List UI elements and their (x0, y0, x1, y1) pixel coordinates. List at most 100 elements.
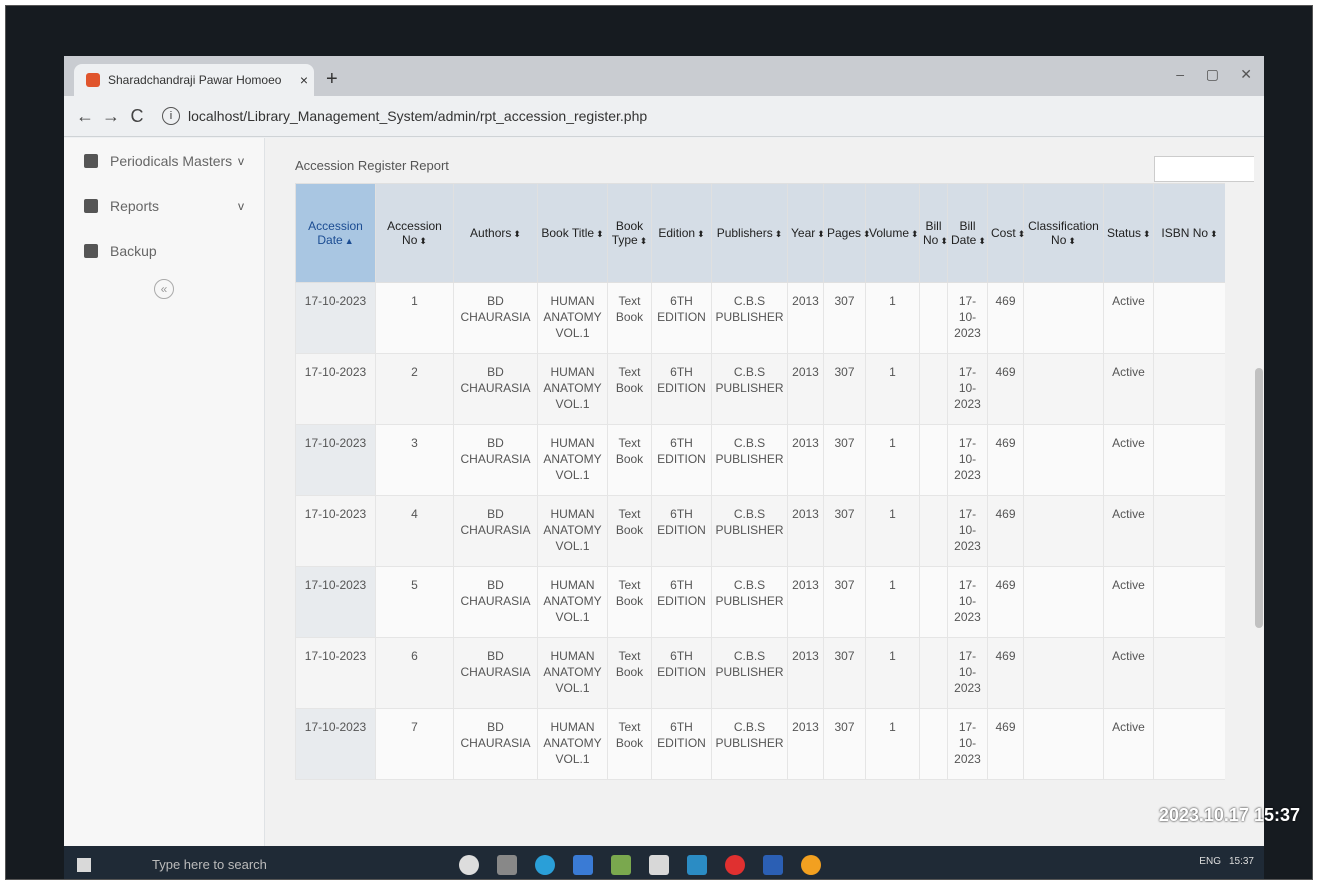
scrollbar[interactable] (1254, 138, 1264, 846)
address-bar-row: ← → C i localhost/Library_Management_Sys… (64, 96, 1264, 137)
column-header[interactable]: Edition ⬍ (651, 183, 712, 283)
table-cell: 7 (375, 708, 454, 780)
sidebar-collapse-button[interactable]: « (154, 279, 174, 299)
table-cell: 6TH EDITION (651, 637, 712, 709)
clock[interactable]: 15:37 (1229, 856, 1254, 867)
table-cell: 2013 (787, 637, 824, 709)
column-header-label: Year (791, 226, 816, 240)
column-header[interactable]: ISBN No ⬍ (1153, 183, 1225, 283)
task-view-icon[interactable] (497, 855, 517, 875)
column-header[interactable]: Classification No ⬍ (1023, 183, 1104, 283)
column-header[interactable]: Accession No ⬍ (375, 183, 454, 283)
store-icon[interactable] (687, 855, 707, 875)
table-cell: C.B.S PUBLISHER (711, 566, 788, 638)
tab-close-button[interactable]: × (294, 72, 314, 88)
forward-button[interactable]: → (98, 106, 124, 127)
sidebar-item-reports[interactable]: Reports v (64, 183, 264, 228)
report-icon (84, 198, 98, 213)
site-info-icon[interactable]: i (162, 107, 180, 125)
system-tray: ENG 15:37 (1199, 856, 1254, 867)
column-header[interactable]: Year ⬍ (787, 183, 825, 283)
sidebar-item-backup[interactable]: Backup (64, 228, 264, 273)
calculator-icon[interactable] (573, 855, 593, 875)
sort-icon: ⬍ (911, 229, 919, 239)
table-cell: Active (1103, 495, 1154, 567)
table-body: 17-10-2023 1 BD CHAURASIA HUMAN ANATOMY VOL… (295, 282, 1225, 780)
file-icon[interactable] (649, 855, 669, 875)
column-header[interactable]: Status ⬍ (1103, 183, 1154, 283)
scrollbar-thumb[interactable] (1255, 368, 1263, 628)
table-cell: Active (1103, 353, 1154, 425)
sort-icon: ▲ (344, 236, 354, 246)
table-cell: Text Book (607, 495, 652, 567)
table-cell: 17-10-2023 (295, 637, 376, 709)
column-header-label: Edition (658, 226, 696, 240)
column-header[interactable]: Publishers ⬍ (711, 183, 788, 283)
table-cell: 307 (823, 637, 866, 709)
sort-icon: ⬍ (1143, 229, 1151, 239)
column-header-label: Book Title (541, 226, 595, 240)
opera-icon[interactable] (725, 855, 745, 875)
table-cell: 17-10-2023 (295, 708, 376, 780)
url-field[interactable]: i localhost/Library_Management_System/ad… (162, 107, 647, 125)
close-window-button[interactable]: ✕ (1240, 66, 1252, 83)
new-tab-button[interactable]: + (326, 68, 338, 91)
table-cell: 5 (375, 566, 454, 638)
table-cell: 2013 (787, 708, 824, 780)
sort-icon: ⬍ (817, 229, 825, 239)
table-row: 17-10-2023 4 BD CHAURASIA HUMAN ANATOMY VOL… (295, 495, 1225, 567)
table-cell: 17-10-2023 (295, 353, 376, 425)
column-header[interactable]: Book Title ⬍ (537, 183, 608, 283)
table-cell (1153, 637, 1225, 709)
table-cell (1023, 282, 1104, 354)
taskbar-search-input[interactable]: Type here to search (112, 852, 472, 878)
chevron-down-icon: v (238, 198, 244, 213)
chrome-icon[interactable] (801, 855, 821, 875)
edge-icon[interactable] (535, 855, 555, 875)
language-indicator[interactable]: ENG (1199, 856, 1221, 867)
table-cell: HUMAN ANATOMY VOL.1 (537, 566, 608, 638)
cortana-icon[interactable] (459, 855, 479, 875)
table-cell: 17-10-2023 (947, 424, 988, 496)
column-header[interactable]: Bill Date ⬍ (947, 183, 988, 283)
taskbar-apps (459, 846, 821, 879)
table-cell: 469 (987, 495, 1024, 567)
sort-icon: ⬍ (978, 236, 986, 246)
table-row: 17-10-2023 7 BD CHAURASIA HUMAN ANATOMY VOL… (295, 708, 1225, 780)
table-cell (1153, 424, 1225, 496)
table-cell: Text Book (607, 637, 652, 709)
column-header[interactable]: Cost ⬍ (987, 183, 1025, 283)
column-header[interactable]: Pages ⬍ (823, 183, 871, 283)
table-cell: 1 (865, 637, 920, 709)
column-header[interactable]: Authors ⬍ (453, 183, 538, 283)
back-button[interactable]: ← (72, 106, 98, 127)
table-cell (1153, 495, 1225, 567)
favicon-icon (86, 73, 100, 87)
table-header-row: Accession Date ▲ Accession No ⬍ Authors ⬍ Book… (295, 183, 1225, 283)
reload-button[interactable]: C (124, 106, 150, 127)
column-header[interactable]: Bill No ⬍ (919, 183, 948, 283)
column-header[interactable]: Accession Date ▲ (295, 183, 376, 283)
search-input[interactable] (1154, 156, 1256, 182)
table-cell (919, 424, 948, 496)
table-cell: Active (1103, 637, 1154, 709)
start-button[interactable] (64, 846, 104, 879)
table-row: 17-10-2023 1 BD CHAURASIA HUMAN ANATOMY VOL… (295, 282, 1225, 354)
table-cell: 307 (823, 566, 866, 638)
minimize-button[interactable]: – (1176, 66, 1184, 82)
sort-icon: ⬍ (1210, 229, 1218, 239)
sidebar-item-periodicals-masters[interactable]: Periodicals Masters v (64, 138, 264, 183)
sort-icon: ⬍ (639, 236, 648, 246)
sort-icon: ⬍ (1068, 236, 1076, 246)
column-header-label: Cost (991, 226, 1016, 240)
column-header-label: Volume (869, 226, 910, 240)
app-icon[interactable] (611, 855, 631, 875)
word-icon[interactable] (763, 855, 783, 875)
column-header[interactable]: Book Type ⬍ (607, 183, 652, 283)
table-cell (919, 708, 948, 780)
column-header[interactable]: Volume ⬍ (865, 183, 920, 283)
main-content: Accession Register Report Accession Date… (265, 138, 1264, 846)
table-cell: 2013 (787, 353, 824, 425)
maximize-button[interactable]: ▢ (1206, 66, 1219, 83)
browser-tab[interactable]: Sharadchandraji Pawar Homoeo × (74, 64, 314, 96)
